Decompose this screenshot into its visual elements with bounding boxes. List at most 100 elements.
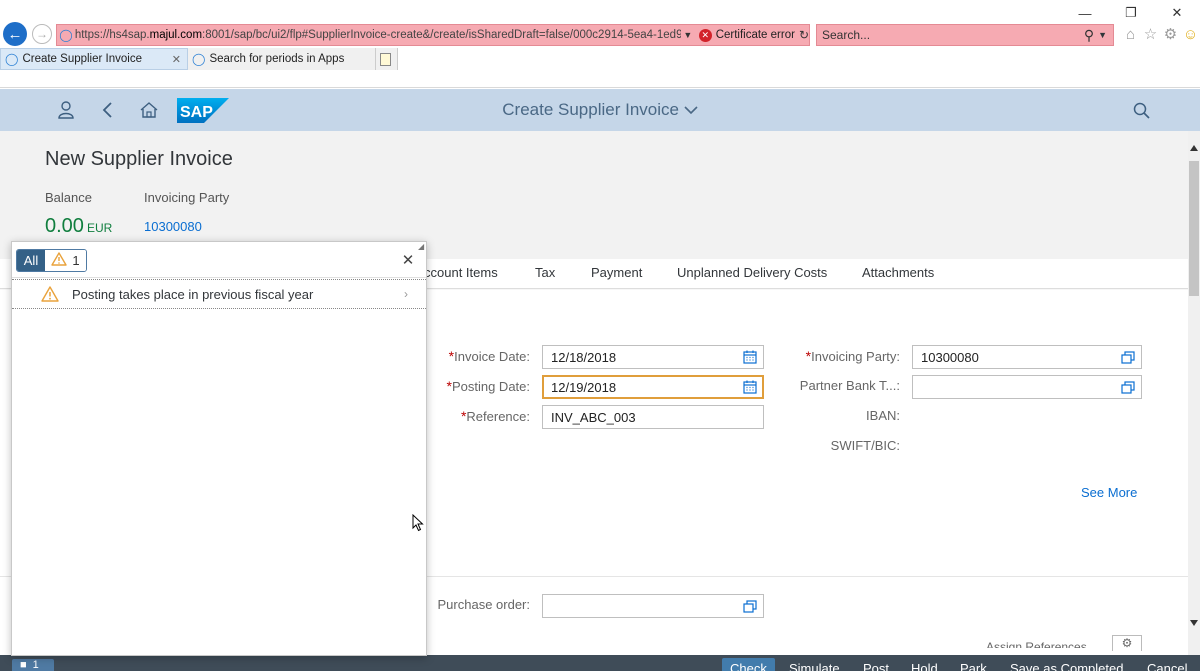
invoicing-party-link[interactable]: 10300080	[144, 219, 202, 234]
settings-gear-icon[interactable]: ⚙	[1162, 24, 1179, 44]
invoice-date-label: *Invoice Date:	[420, 348, 530, 364]
message-popover-header: All 1 ✕ ◢	[12, 242, 426, 278]
cancel-button[interactable]: Cancel	[1147, 661, 1187, 671]
invoicing-party-field[interactable]: 10300080	[912, 345, 1142, 369]
tab-label: Search for periods in Apps	[209, 53, 345, 65]
invoicing-party-value: 10300080	[921, 349, 979, 365]
reference-label-text: Reference:	[466, 409, 530, 424]
search-icon[interactable]: ⚲	[1084, 27, 1094, 44]
tab-close-icon[interactable]: ✕	[172, 53, 181, 66]
browser-search-box[interactable]: Search... ⚲ ▼	[816, 24, 1114, 46]
assign-references-label: Assign References	[986, 640, 1087, 648]
url-text[interactable]: https://hs4sap.majul.com:8001/sap/bc/ui2…	[75, 29, 681, 41]
sap-logo[interactable]: SAP	[177, 98, 229, 123]
page-icon: ◯	[59, 28, 73, 42]
swift-bic-label: SWIFT/BIC:	[830, 438, 900, 453]
message-list-item[interactable]: Posting takes place in previous fiscal y…	[12, 279, 426, 309]
partner-bank-label: Partner Bank T...:	[799, 378, 900, 393]
address-dropdown-icon[interactable]: ▼	[681, 30, 695, 40]
reference-field[interactable]: INV_ABC_003	[542, 405, 764, 429]
posting-date-label-text: Posting Date:	[451, 379, 530, 394]
restore-icon[interactable]: ❐	[1108, 2, 1154, 24]
warning-icon	[51, 252, 68, 269]
url-host: majul.com	[149, 29, 203, 41]
close-window-icon[interactable]: ✕	[1154, 2, 1200, 24]
settings-gear-button[interactable]: ⚙	[1112, 635, 1142, 651]
app-title-menu[interactable]: Create Supplier Invoice	[502, 100, 698, 119]
feedback-smiley-icon[interactable]: ☺	[1182, 24, 1199, 44]
hold-button[interactable]: Hold	[911, 661, 938, 671]
favorites-star-icon[interactable]: ☆	[1142, 24, 1159, 44]
scroll-up-arrow-icon[interactable]	[1190, 145, 1198, 151]
posting-date-label: *Posting Date:	[420, 378, 531, 394]
filter-all-button[interactable]: All	[17, 250, 45, 271]
see-more-link[interactable]: See More	[1081, 485, 1137, 500]
browser-tabs: ◯ Create Supplier Invoice ✕ ◯ Search for…	[0, 48, 398, 70]
browser-toolbar: ⌂ ☆ ⚙ ☺	[1122, 24, 1199, 44]
value-help-icon[interactable]	[1115, 346, 1141, 368]
tab-unplanned-delivery-costs[interactable]: Unplanned Delivery Costs	[677, 265, 827, 280]
message-popover-button[interactable]: ■ 1	[12, 659, 54, 671]
object-header: New Supplier Invoice Balance Invoicing P…	[0, 131, 1188, 259]
filter-warning-button[interactable]: 1	[45, 250, 86, 271]
forward-arrow-icon[interactable]: →	[32, 24, 52, 44]
minimize-icon[interactable]: —	[1062, 2, 1108, 24]
calendar-icon[interactable]	[737, 376, 763, 398]
home-icon[interactable]	[137, 98, 161, 122]
value-help-icon[interactable]	[1115, 376, 1141, 398]
invoice-date-field[interactable]: 12/18/2018	[542, 345, 764, 369]
save-as-completed-button[interactable]: Save as Completed	[1010, 661, 1123, 671]
balance-label: Balance	[45, 190, 92, 205]
shell-bar: SAP Create Supplier Invoice	[0, 89, 1200, 131]
posting-date-value: 12/19/2018	[551, 379, 617, 395]
purchase-order-label: Purchase order:	[437, 597, 531, 612]
tab-tax[interactable]: Tax	[535, 265, 555, 280]
message-count: 1	[32, 659, 39, 671]
mouse-cursor-icon	[412, 513, 424, 532]
post-button[interactable]: Post	[863, 661, 889, 671]
browser-tab-create-supplier-invoice[interactable]: ◯ Create Supplier Invoice ✕	[0, 48, 188, 70]
check-button[interactable]: Check	[722, 658, 775, 671]
browser-tab-search-periods[interactable]: ◯ Search for periods in Apps	[188, 48, 376, 70]
certificate-error-icon[interactable]: ✕	[698, 28, 712, 42]
message-text: Posting takes place in previous fiscal y…	[72, 286, 314, 302]
window-controls: — ❐ ✕	[1062, 2, 1200, 24]
partner-bank-field[interactable]	[912, 375, 1142, 399]
tab-payment[interactable]: Payment	[591, 265, 642, 280]
new-tab-button[interactable]	[376, 48, 398, 70]
message-icon: ■	[20, 659, 27, 671]
close-icon[interactable]: ✕	[399, 251, 417, 269]
calendar-icon[interactable]	[737, 346, 763, 368]
simulate-button[interactable]: Simulate	[789, 661, 840, 671]
home-icon[interactable]: ⌂	[1122, 24, 1139, 44]
resize-grip-icon[interactable]: ◢	[418, 242, 426, 251]
footer-toolbar: ■ 1 Check Simulate Post Hold Park Save as…	[0, 655, 1200, 671]
warning-count: 1	[72, 253, 80, 268]
tab-page-icon: ◯	[192, 52, 206, 66]
invoicing-party-label: Invoicing Party	[144, 190, 230, 205]
address-bar[interactable]: ◯ https://hs4sap.majul.com:8001/sap/bc/u…	[56, 24, 810, 46]
scroll-thumb[interactable]	[1189, 161, 1199, 296]
invoicing-party-field-label: *Invoicing Party:	[770, 348, 900, 364]
purchase-order-field[interactable]	[542, 594, 764, 618]
sap-logo-text: SAP	[180, 104, 213, 121]
page-title: New Supplier Invoice	[45, 148, 233, 170]
back-arrow-icon[interactable]: ←	[3, 22, 27, 46]
user-profile-icon[interactable]	[54, 98, 78, 122]
park-button[interactable]: Park	[960, 661, 987, 671]
tab-account-items[interactable]: ccount Items	[424, 265, 498, 280]
back-chevron-icon[interactable]	[96, 98, 120, 122]
chevron-right-icon: ›	[404, 287, 408, 301]
posting-date-field[interactable]: 12/19/2018	[542, 375, 764, 399]
reference-value: INV_ABC_003	[551, 409, 636, 425]
search-icon[interactable]	[1129, 98, 1153, 122]
search-dropdown-icon[interactable]: ▼	[1098, 30, 1107, 40]
balance-value: 0.00 EUR	[45, 215, 112, 238]
value-help-icon[interactable]	[737, 595, 763, 617]
vertical-scrollbar[interactable]	[1188, 131, 1200, 655]
certificate-error-label[interactable]: Certificate error	[716, 29, 795, 41]
scroll-down-arrow-icon[interactable]	[1190, 620, 1198, 626]
refresh-icon[interactable]: ↻	[799, 28, 809, 42]
tab-attachments[interactable]: Attachments	[862, 265, 934, 280]
tab-page-icon: ◯	[5, 52, 19, 66]
